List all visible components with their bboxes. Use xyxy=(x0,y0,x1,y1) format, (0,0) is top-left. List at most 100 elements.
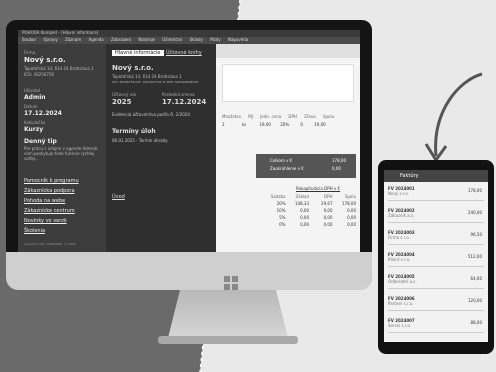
list-item-amount: 96,50 xyxy=(470,232,482,237)
calc-value[interactable]: Kurzy xyxy=(24,126,43,133)
grid-header: Množstvo MJ Jedn. cena DPH Zľava Spolu xyxy=(222,114,334,119)
vat-cell: DPH xyxy=(324,194,333,199)
vat-cell: 5% xyxy=(279,215,286,220)
grid-row[interactable]: 1 ks 19,00 20% 0 19,00 xyxy=(222,122,326,127)
tip-title: Denný tip xyxy=(24,138,57,145)
vat-cell: 178,00 xyxy=(342,201,356,206)
col-total: Spolu xyxy=(322,114,335,119)
vat-cell: 0,00 xyxy=(300,208,309,213)
col-price: Jedn. cena xyxy=(260,114,282,119)
link-training[interactable]: Školenia xyxy=(24,228,45,234)
vat-row: Sadzba Základ DPH Spolu xyxy=(262,194,356,201)
vat-cell: 0,00 xyxy=(323,215,333,220)
vat-cell: 0,00 xyxy=(323,208,333,213)
link-help[interactable]: Pomocník k programu xyxy=(24,178,79,184)
list-item[interactable]: FV 2024001 Nový s.r.o. 178,00 xyxy=(388,186,484,201)
list-item[interactable]: FV 2024004 Klient s.r.o. 512,00 xyxy=(388,252,484,267)
tasks-item[interactable]: 06.01.2025 - Termín úhrady xyxy=(112,138,168,143)
vat-table: Sadzba Základ DPH Spolu 20% 148,33 29,67 178,00… xyxy=(262,194,356,229)
cell-vat: 20% xyxy=(280,122,290,127)
form-header xyxy=(222,64,354,102)
notice-text: Evidencia účtovníctva podľa čl. 2/2024 xyxy=(112,112,190,117)
main-content: Hlavné informácie Účtovné knihy Nový s.r… xyxy=(106,44,216,252)
vat-cell: 0,00 xyxy=(347,208,356,213)
menu-item[interactable]: Úpravy xyxy=(43,37,57,42)
vat-cell: 10% xyxy=(276,208,286,213)
menu-item[interactable]: Nástroje xyxy=(138,37,155,42)
vat-row: 20% 148,33 29,67 178,00 xyxy=(262,201,356,208)
vat-cell: Spolu xyxy=(344,194,356,199)
link-web[interactable]: Pohoda na webe xyxy=(24,198,65,204)
user-label: Uživatel xyxy=(24,88,41,93)
toolbar xyxy=(216,44,360,58)
col-discount: Zľava xyxy=(304,114,316,119)
sidebar: Firma Nový s.r.o. Tapetářská 14, 614 24 … xyxy=(18,44,106,252)
company-address: Tapetářská 14, 614 24 Bratislava 1 xyxy=(24,66,94,71)
vat-cell: 0,00 xyxy=(300,222,309,227)
curved-arrow-icon xyxy=(424,72,483,163)
list-item[interactable]: FV 2024006 Partner s.r.o. 120,00 xyxy=(388,296,484,311)
summary-value: 178,00 xyxy=(332,158,346,163)
list-item[interactable]: FV 2024007 Servis s.r.o. 88,00 xyxy=(388,318,484,333)
tablet: Faktúry FV 2024001 Nový s.r.o. 178,00 FV 20… xyxy=(378,160,494,354)
link-news[interactable]: Novinky vo verzii xyxy=(24,218,67,224)
last-change-label: Posledná zmena xyxy=(162,92,195,97)
list-item-amount: 178,00 xyxy=(468,188,482,193)
vat-cell: 148,33 xyxy=(295,201,309,206)
windows-logo-icon xyxy=(224,276,238,290)
menu-bar: Soubor Úpravy Záznam Agenda Zobrazení Ná… xyxy=(18,37,360,44)
tab-main-info[interactable]: Hlavné informácie xyxy=(112,50,164,56)
vat-cell: 29,67 xyxy=(321,201,333,206)
cell-qty: 1 xyxy=(222,122,225,127)
tablet-header-title: Faktúry xyxy=(400,173,419,179)
help-link[interactable]: Úvod xyxy=(112,194,125,200)
monitor-chin xyxy=(6,252,372,290)
list-item[interactable]: FV 2024003 Firma s.r.o. 96,50 xyxy=(388,230,484,245)
summary-box: Celkom v € 178,00 Zaokrúhlenie v € 0,00 xyxy=(256,154,356,178)
list-item-amount: 240,00 xyxy=(468,210,482,215)
tasks-title: Termíny úloh xyxy=(112,128,156,135)
menu-item[interactable]: Soubor xyxy=(22,37,36,42)
menu-item[interactable]: Nápověda xyxy=(228,37,248,42)
vat-cell: 0,00 xyxy=(300,215,309,220)
year-label: Účtovný rok xyxy=(112,92,137,97)
company-name: Nový s.r.o. xyxy=(24,56,66,64)
vat-cell: 0,00 xyxy=(347,215,356,220)
menu-item[interactable]: Mzdy xyxy=(210,37,220,42)
list-item-amount: 64,00 xyxy=(470,276,482,281)
user-name[interactable]: Admin xyxy=(24,94,46,101)
link-support[interactable]: Zákaznícka podpora xyxy=(24,188,75,194)
year-value: 2025 xyxy=(112,98,132,106)
menu-item[interactable]: Zobrazení xyxy=(111,37,131,42)
tablet-header: Faktúry xyxy=(384,170,488,182)
menu-item[interactable]: Agenda xyxy=(88,37,103,42)
list-item-amount: 120,00 xyxy=(468,298,482,303)
summary-label: Celkom v € xyxy=(270,158,293,163)
cell-price: 19,00 xyxy=(259,122,271,127)
vat-cell: 0,00 xyxy=(323,222,333,227)
monitor-foot xyxy=(158,336,298,344)
section-label: Firma xyxy=(24,50,36,55)
link-center[interactable]: Zákaznícke centrum xyxy=(24,208,75,214)
menu-item[interactable]: Účetnictví xyxy=(162,37,182,42)
license-footer: Licenčné číslo: 00000000, © 2024 xyxy=(24,242,76,246)
tablet-screen: Faktúry FV 2024001 Nový s.r.o. 178,00 FV 20… xyxy=(384,170,488,342)
menu-item[interactable]: Záznam xyxy=(65,37,81,42)
content-ids: IČO: 36256756 DIČ: 2401007036 IČ DPH: SK… xyxy=(112,80,199,84)
list-item[interactable]: FV 2024002 Zákazník a.s. 240,00 xyxy=(388,208,484,223)
tab-ledgers[interactable]: Účtovné knihy xyxy=(166,50,202,56)
col-vat: DPH xyxy=(288,114,297,119)
list-item[interactable]: FV 2024005 Odberateľ a.s. 64,00 xyxy=(388,274,484,289)
menu-item[interactable]: Sklady xyxy=(190,37,203,42)
vat-title[interactable]: Rekapitulácia DPH v € xyxy=(296,186,340,191)
date-value[interactable]: 17.12.2024 xyxy=(24,110,62,117)
window-title: POHODA Komplet - [Hlavní informace] xyxy=(18,30,360,37)
invoice-panel: Množstvo MJ Jedn. cena DPH Zľava Spolu 1… xyxy=(216,44,360,252)
content-address: Tapetářská 14, 614 24 Bratislava 1 xyxy=(112,74,182,79)
vat-cell: 0% xyxy=(279,222,286,227)
last-change-value: 17.12.2024 xyxy=(162,98,207,106)
cell-discount: 0 xyxy=(300,122,303,127)
summary-label2: Zaokrúhlenie v € xyxy=(270,166,304,171)
vat-cell: 0,00 xyxy=(347,222,356,227)
date-label: Datum xyxy=(24,104,38,109)
